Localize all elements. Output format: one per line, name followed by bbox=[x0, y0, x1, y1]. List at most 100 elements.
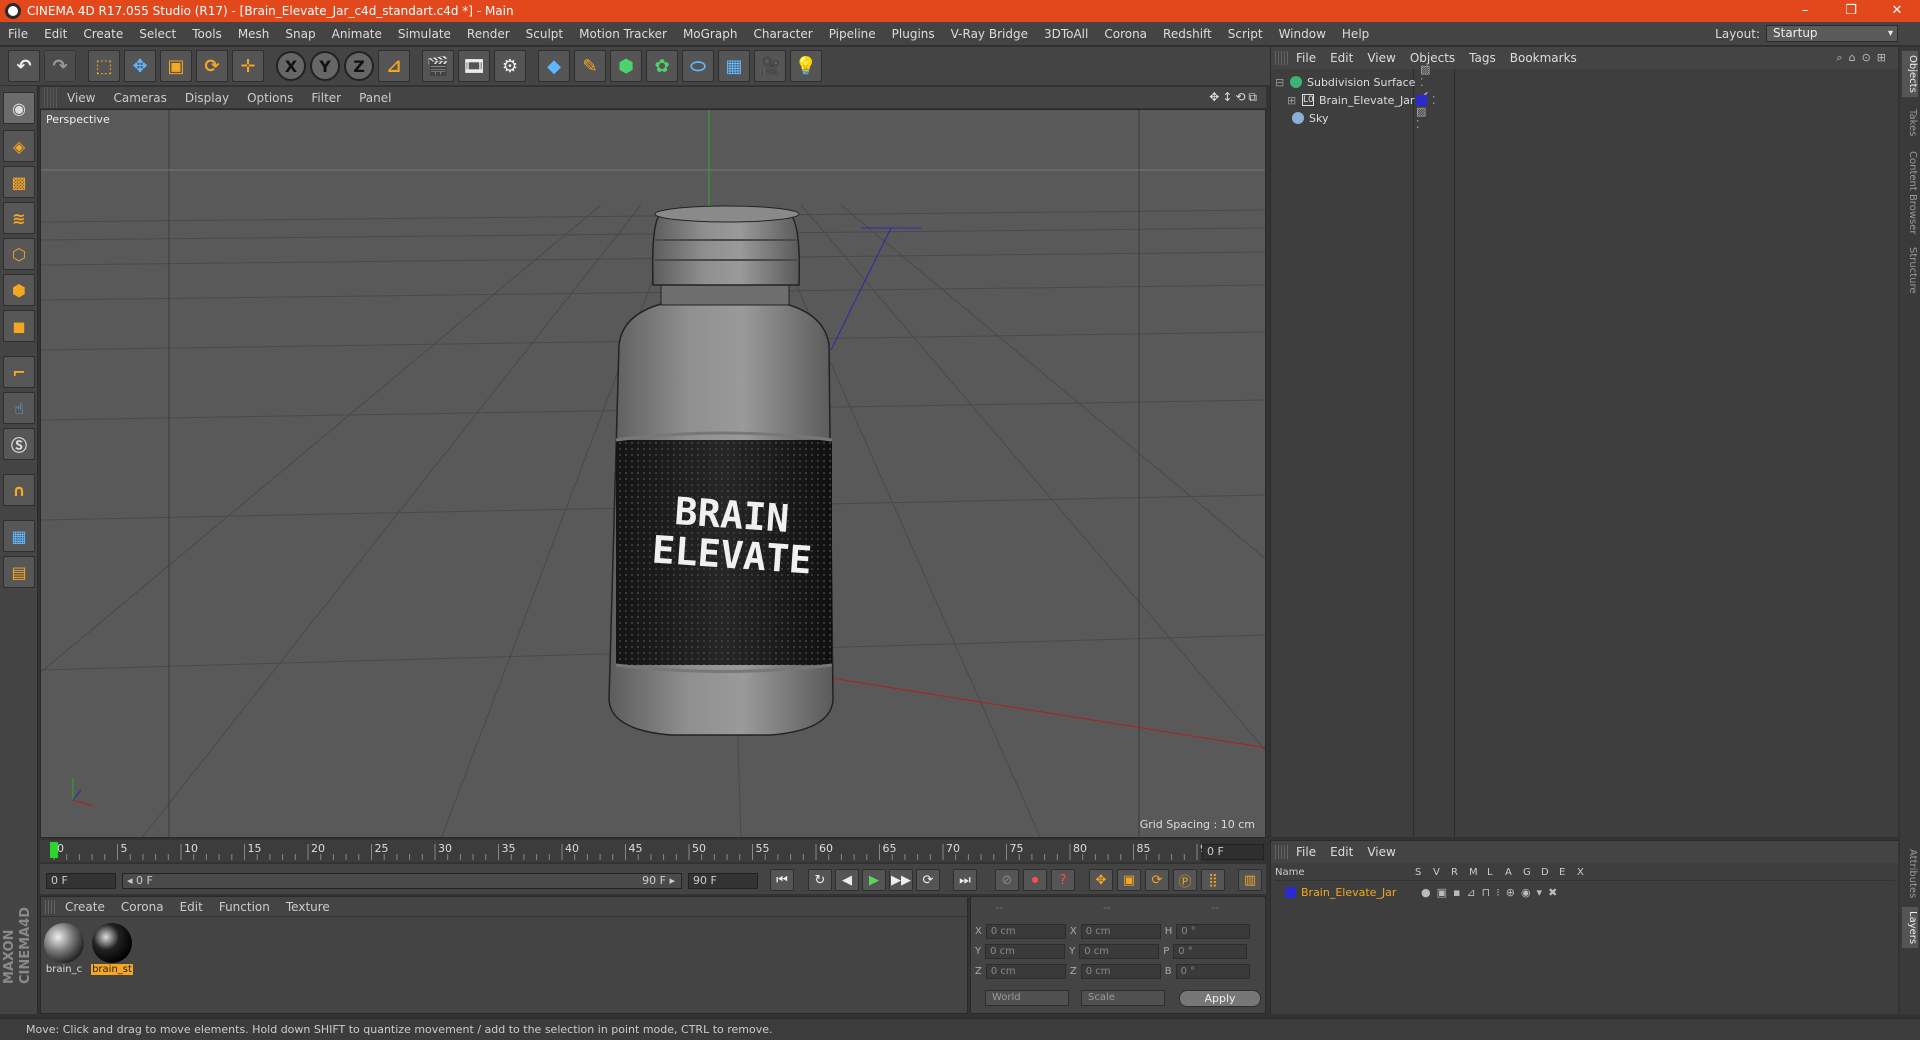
menu-plugins[interactable]: Plugins bbox=[884, 22, 943, 46]
minimize-button[interactable]: – bbox=[1782, 0, 1828, 22]
move-tool-icon[interactable]: ✥ bbox=[124, 50, 156, 82]
viewport-menu-options[interactable]: Options bbox=[238, 91, 302, 105]
position-x-field[interactable]: 0 cm bbox=[985, 923, 1066, 939]
menu-sculpt[interactable]: Sculpt bbox=[518, 22, 571, 46]
menu-mesh[interactable]: Mesh bbox=[230, 22, 278, 46]
objects-menu-view[interactable]: View bbox=[1360, 51, 1402, 65]
rotation-p-field[interactable]: 0 ° bbox=[1173, 943, 1248, 959]
next-key-button[interactable]: ⟳ bbox=[916, 869, 940, 891]
size-z-field[interactable]: 0 cm bbox=[1080, 963, 1161, 979]
y-axis-lock-icon[interactable]: Y bbox=[310, 51, 340, 81]
floor-icon[interactable]: ▦ bbox=[718, 50, 750, 82]
record-active-icon[interactable]: ⏺ bbox=[1023, 869, 1047, 891]
material-menu-texture[interactable]: Texture bbox=[278, 900, 338, 914]
rotate-tool-icon[interactable]: ⟳ bbox=[196, 50, 228, 82]
key-scale-icon[interactable]: ▣ bbox=[1117, 869, 1141, 891]
visibility-toggle-icon[interactable]: ▨ ⁚ bbox=[1416, 105, 1426, 131]
cloner-icon[interactable]: ✿ bbox=[646, 50, 678, 82]
objects-menu-tags[interactable]: Tags bbox=[1462, 51, 1503, 65]
objects-search-home-icons[interactable]: ⌕⌂⊙⊞ bbox=[1836, 51, 1892, 65]
tweak-mode-icon[interactable]: ☝ bbox=[3, 392, 35, 424]
light-icon[interactable]: 💡 bbox=[790, 50, 822, 82]
apply-button[interactable]: Apply bbox=[1179, 990, 1261, 1007]
coordinate-space-dropdown[interactable]: World bbox=[985, 990, 1069, 1006]
rotation-h-field[interactable]: 0 ° bbox=[1176, 923, 1251, 939]
play-button[interactable]: ▶ bbox=[862, 869, 886, 891]
material-swatch-selected[interactable]: brain_st bbox=[91, 923, 133, 975]
timeline-ruler[interactable]: 051015202530354045505560657075808590 bbox=[40, 840, 1214, 862]
recent-tool-icon[interactable]: ✛ bbox=[232, 50, 264, 82]
viewport-menu-view[interactable]: View bbox=[58, 91, 104, 105]
tab-objects[interactable]: Objects bbox=[1902, 51, 1918, 97]
next-frame-button[interactable]: ▶▶ bbox=[889, 869, 913, 891]
polygons-mode-icon[interactable]: ◼ bbox=[3, 310, 35, 342]
panel-grip-icon[interactable] bbox=[1275, 51, 1289, 65]
current-frame-field[interactable]: 0 F bbox=[1202, 844, 1264, 860]
tab-content-browser[interactable]: Content Browser bbox=[1902, 147, 1918, 238]
render-settings-icon[interactable]: ⚙ bbox=[494, 50, 526, 82]
layer-flags-icons[interactable]: ●▣▪⊿⊓⁝⊕◉▾✖ bbox=[1421, 886, 1563, 899]
objects-menu-objects[interactable]: Objects bbox=[1403, 51, 1462, 65]
menu-redshift[interactable]: Redshift bbox=[1155, 22, 1220, 46]
viewport-menu-cameras[interactable]: Cameras bbox=[104, 91, 175, 105]
render-picture-viewer-icon[interactable]: 🎞 bbox=[458, 50, 490, 82]
material-menu-edit[interactable]: Edit bbox=[172, 900, 211, 914]
viewport-menu-panel[interactable]: Panel bbox=[350, 91, 400, 105]
menu-render[interactable]: Render bbox=[459, 22, 518, 46]
camera-icon[interactable]: 🎥 bbox=[754, 50, 786, 82]
points-mode-icon[interactable]: ⬡ bbox=[3, 238, 35, 270]
material-menu-function[interactable]: Function bbox=[211, 900, 278, 914]
x-axis-lock-icon[interactable]: X bbox=[276, 51, 306, 81]
layer-row[interactable]: Brain_Elevate_Jar ●▣▪⊿⊓⁝⊕◉▾✖ bbox=[1285, 883, 1563, 901]
menu-tools[interactable]: Tools bbox=[184, 22, 230, 46]
z-axis-lock-icon[interactable]: Z bbox=[344, 51, 374, 81]
rotation-b-field[interactable]: 0 ° bbox=[1175, 963, 1250, 979]
object-row-sky[interactable]: Sky ▨ ⁚ bbox=[1287, 105, 1426, 131]
objects-menu-file[interactable]: File bbox=[1289, 51, 1323, 65]
layout-dropdown[interactable]: Startup bbox=[1766, 25, 1898, 42]
menu-edit[interactable]: Edit bbox=[36, 22, 75, 46]
menu-create[interactable]: Create bbox=[75, 22, 131, 46]
menu-help[interactable]: Help bbox=[1334, 22, 1377, 46]
end-frame-field[interactable]: 90 F bbox=[688, 873, 758, 889]
menu-simulate[interactable]: Simulate bbox=[390, 22, 459, 46]
menu-select[interactable]: Select bbox=[131, 22, 184, 46]
menu-window[interactable]: Window bbox=[1271, 22, 1334, 46]
subdivision-surface-icon[interactable]: ⬢ bbox=[610, 50, 642, 82]
position-y-field[interactable]: 0 cm bbox=[985, 943, 1066, 959]
viewport-menu-filter[interactable]: Filter bbox=[302, 91, 350, 105]
menu-pipeline[interactable]: Pipeline bbox=[821, 22, 884, 46]
menu-vray-bridge[interactable]: V-Ray Bridge bbox=[943, 22, 1036, 46]
frame-range-slider[interactable]: ◂ 0 F 90 F ▸ bbox=[122, 873, 682, 889]
menu-character[interactable]: Character bbox=[745, 22, 820, 46]
layers-menu-view[interactable]: View bbox=[1360, 845, 1402, 859]
size-mode-dropdown[interactable]: Scale bbox=[1081, 990, 1165, 1006]
layer-color-swatch[interactable] bbox=[1416, 94, 1427, 106]
visibility-toggle-icon[interactable]: ⁚ bbox=[1432, 94, 1436, 107]
menu-snap[interactable]: Snap bbox=[277, 22, 323, 46]
tab-attributes[interactable]: Attributes bbox=[1902, 845, 1918, 902]
object-row-brain-elevate-jar[interactable]: ⊞ L0 Brain_Elevate_Jar ⁚ bbox=[1287, 91, 1436, 109]
menu-motion-tracker[interactable]: Motion Tracker bbox=[571, 22, 675, 46]
panel-grip-icon[interactable] bbox=[44, 87, 58, 108]
edges-mode-icon[interactable]: ⬢ bbox=[3, 274, 35, 306]
pen-spline-icon[interactable]: ✎ bbox=[574, 50, 606, 82]
autokey-icon[interactable]: ? bbox=[1051, 869, 1075, 891]
tab-layers[interactable]: Layers bbox=[1902, 907, 1918, 949]
go-to-start-button[interactable]: ⏮ bbox=[770, 869, 794, 891]
layers-menu-edit[interactable]: Edit bbox=[1323, 845, 1360, 859]
timeline-window-icon[interactable]: ▥ bbox=[1238, 869, 1262, 891]
expand-icon[interactable]: ⊞ bbox=[1287, 94, 1297, 107]
axis-mode-icon[interactable]: ⌐ bbox=[3, 356, 35, 388]
position-z-field[interactable]: 0 cm bbox=[985, 963, 1066, 979]
objects-menu-edit[interactable]: Edit bbox=[1323, 51, 1360, 65]
viewport-navigation-icons[interactable]: ✥↕⟲⧉ bbox=[1209, 90, 1260, 105]
start-frame-field[interactable]: 0 F bbox=[46, 873, 116, 889]
material-menu-create[interactable]: Create bbox=[57, 900, 113, 914]
panel-grip-icon[interactable] bbox=[1275, 845, 1289, 859]
restore-button[interactable]: ❐ bbox=[1828, 0, 1874, 22]
motion-record-icon[interactable]: ⊘ bbox=[995, 869, 1019, 891]
snap-magnet-icon[interactable]: ∩ bbox=[3, 474, 35, 506]
key-parameter-icon[interactable]: Ⓟ bbox=[1173, 869, 1197, 891]
tab-takes[interactable]: Takes bbox=[1902, 105, 1918, 140]
